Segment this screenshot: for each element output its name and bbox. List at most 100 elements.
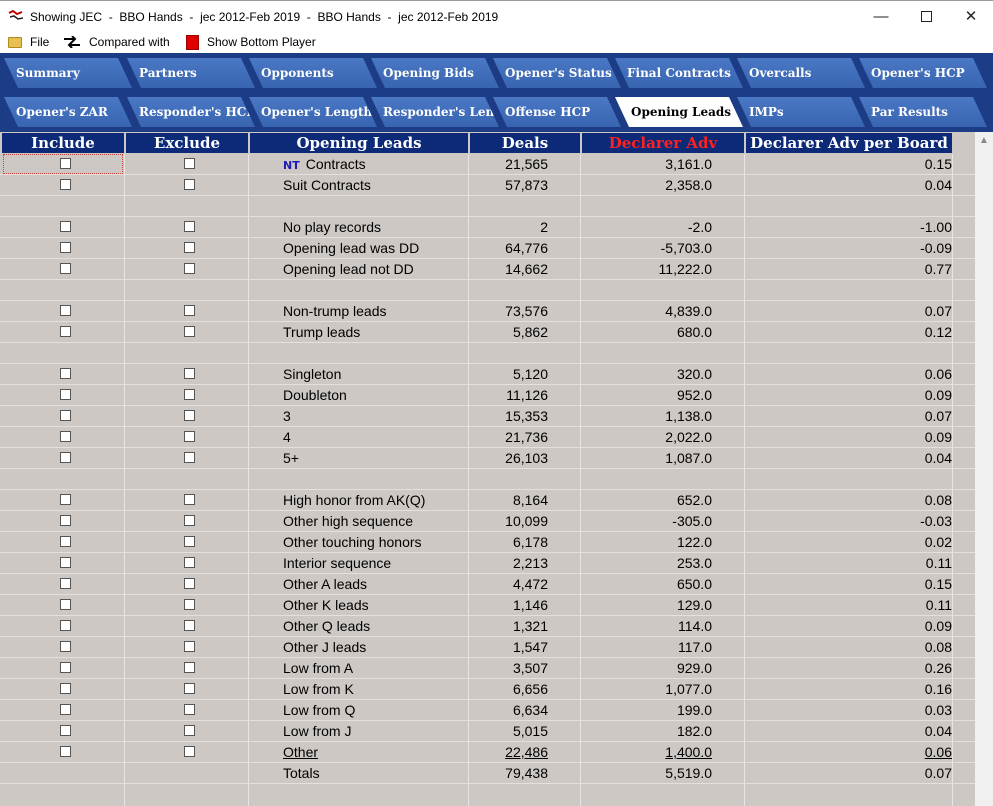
tab-imps[interactable]: IMPs — [737, 97, 865, 127]
blank-row — [0, 280, 975, 301]
exclude-checkbox[interactable] — [184, 431, 195, 442]
tab-opening-bids[interactable]: Opening Bids — [371, 58, 499, 88]
deals-value: 22,486 — [470, 742, 548, 763]
include-checkbox[interactable] — [60, 179, 71, 190]
exclude-checkbox[interactable] — [184, 158, 195, 169]
maximize-button[interactable] — [911, 7, 941, 27]
exclude-checkbox[interactable] — [184, 326, 195, 337]
exclude-checkbox[interactable] — [184, 515, 195, 526]
include-checkbox[interactable] — [60, 158, 71, 169]
lead-category-text: Low from A — [283, 660, 354, 676]
declarer-adv-value: 2,358.0 — [582, 175, 712, 196]
lead-category-text: Opening lead was DD — [283, 240, 420, 256]
include-checkbox[interactable] — [60, 431, 71, 442]
declarer-adv-value: 2,022.0 — [582, 427, 712, 448]
include-checkbox[interactable] — [60, 452, 71, 463]
exclude-checkbox[interactable] — [184, 368, 195, 379]
include-checkbox[interactable] — [60, 263, 71, 274]
exclude-checkbox[interactable] — [184, 242, 195, 253]
include-checkbox[interactable] — [60, 368, 71, 379]
deals-value-text: 21,736 — [505, 429, 548, 445]
include-checkbox[interactable] — [60, 746, 71, 757]
declarer-adv-per-board-value: 0.09 — [746, 616, 952, 637]
include-checkbox[interactable] — [60, 620, 71, 631]
exclude-checkbox[interactable] — [184, 746, 195, 757]
include-checkbox[interactable] — [60, 536, 71, 547]
include-checkbox[interactable] — [60, 326, 71, 337]
tab-responders-length[interactable]: Responder's Length — [371, 97, 499, 127]
declarer-adv-per-board-value-text: 0.09 — [924, 387, 952, 403]
show-bottom-player-menu[interactable]: Show Bottom Player — [186, 34, 316, 50]
declarer-adv-column-header[interactable]: Declarer Adv — [582, 133, 744, 153]
include-checkbox[interactable] — [60, 662, 71, 673]
exclude-checkbox[interactable] — [184, 704, 195, 715]
file-menu[interactable]: File — [8, 34, 49, 50]
declarer-adv-per-board-column-header[interactable]: Declarer Adv per Board — [746, 133, 952, 153]
deals-column-header[interactable]: Deals — [470, 133, 580, 153]
include-checkbox[interactable] — [60, 515, 71, 526]
declarer-adv-value: 199.0 — [582, 700, 712, 721]
tab-final-contracts[interactable]: Final Contracts — [615, 58, 743, 88]
exclude-checkbox[interactable] — [184, 179, 195, 190]
exclude-checkbox[interactable] — [184, 599, 195, 610]
tab-openers-zar[interactable]: Opener's ZAR — [4, 97, 132, 127]
declarer-adv-per-board-value: 0.11 — [746, 595, 952, 616]
exclude-checkbox[interactable] — [184, 641, 195, 652]
exclude-checkbox[interactable] — [184, 683, 195, 694]
include-checkbox[interactable] — [60, 578, 71, 589]
minimize-button[interactable]: — — [866, 7, 896, 27]
tab-openers-length[interactable]: Opener's Length — [249, 97, 377, 127]
exclude-checkbox[interactable] — [184, 578, 195, 589]
tab-overcalls[interactable]: Overcalls — [737, 58, 865, 88]
include-checkbox[interactable] — [60, 599, 71, 610]
exclude-checkbox[interactable] — [184, 662, 195, 673]
vertical-scrollbar[interactable]: ▲ — [975, 132, 993, 806]
lead-category-text: Other Q leads — [283, 618, 371, 634]
include-checkbox[interactable] — [60, 242, 71, 253]
exclude-column-header[interactable]: Exclude — [126, 133, 248, 153]
tab-openers-status[interactable]: Opener's Status — [493, 58, 621, 88]
opening-leads-column-header[interactable]: Opening Leads — [250, 133, 468, 153]
table-row: Other high sequence 10,099 -305.0 -0.03 — [0, 511, 975, 532]
exclude-checkbox[interactable] — [184, 725, 195, 736]
include-checkbox[interactable] — [60, 221, 71, 232]
deals-value: 10,099 — [470, 511, 548, 532]
exclude-checkbox[interactable] — [184, 536, 195, 547]
include-checkbox[interactable] — [60, 557, 71, 568]
exclude-checkbox[interactable] — [184, 263, 195, 274]
include-checkbox[interactable] — [60, 305, 71, 316]
lead-category-label: Low from Q — [283, 700, 355, 721]
tab-openers-hcp[interactable]: Opener's HCP — [859, 58, 987, 88]
exclude-checkbox[interactable] — [184, 410, 195, 421]
scroll-up-arrow-icon[interactable]: ▲ — [975, 132, 993, 149]
include-checkbox[interactable] — [60, 410, 71, 421]
tab-partners[interactable]: Partners — [127, 58, 255, 88]
tab-opponents[interactable]: Opponents — [249, 58, 377, 88]
tab-offense-hcp[interactable]: Offense HCP — [493, 97, 621, 127]
exclude-checkbox[interactable] — [184, 221, 195, 232]
include-checkbox[interactable] — [60, 641, 71, 652]
exclude-checkbox[interactable] — [184, 620, 195, 631]
close-button[interactable]: ✕ — [956, 7, 986, 27]
declarer-adv-per-board-value: 0.15 — [746, 574, 952, 595]
table-row: 3 15,353 1,138.0 0.07 — [0, 406, 975, 427]
include-checkbox[interactable] — [60, 389, 71, 400]
include-checkbox[interactable] — [60, 494, 71, 505]
declarer-adv-per-board-value-text: 0.77 — [924, 261, 952, 277]
include-checkbox[interactable] — [60, 683, 71, 694]
exclude-checkbox[interactable] — [184, 452, 195, 463]
exclude-checkbox[interactable] — [184, 557, 195, 568]
exclude-checkbox[interactable] — [184, 494, 195, 505]
exclude-checkbox[interactable] — [184, 305, 195, 316]
compared-with-menu[interactable]: Compared with — [63, 34, 170, 50]
include-checkbox[interactable] — [60, 704, 71, 715]
tab-par-results[interactable]: Par Results — [859, 97, 987, 127]
lead-category-label: High honor from AK(Q) — [283, 490, 425, 511]
include-column-header[interactable]: Include — [2, 133, 124, 153]
tab-responders-hcp[interactable]: Responder's HCP — [127, 97, 255, 127]
tab-opening-leads[interactable]: Opening Leads — [615, 97, 743, 127]
tab-summary[interactable]: Summary — [4, 58, 132, 88]
title-bar: Showing JEC - BBO Hands - jec 2012-Feb 2… — [0, 0, 993, 32]
exclude-checkbox[interactable] — [184, 389, 195, 400]
include-checkbox[interactable] — [60, 725, 71, 736]
